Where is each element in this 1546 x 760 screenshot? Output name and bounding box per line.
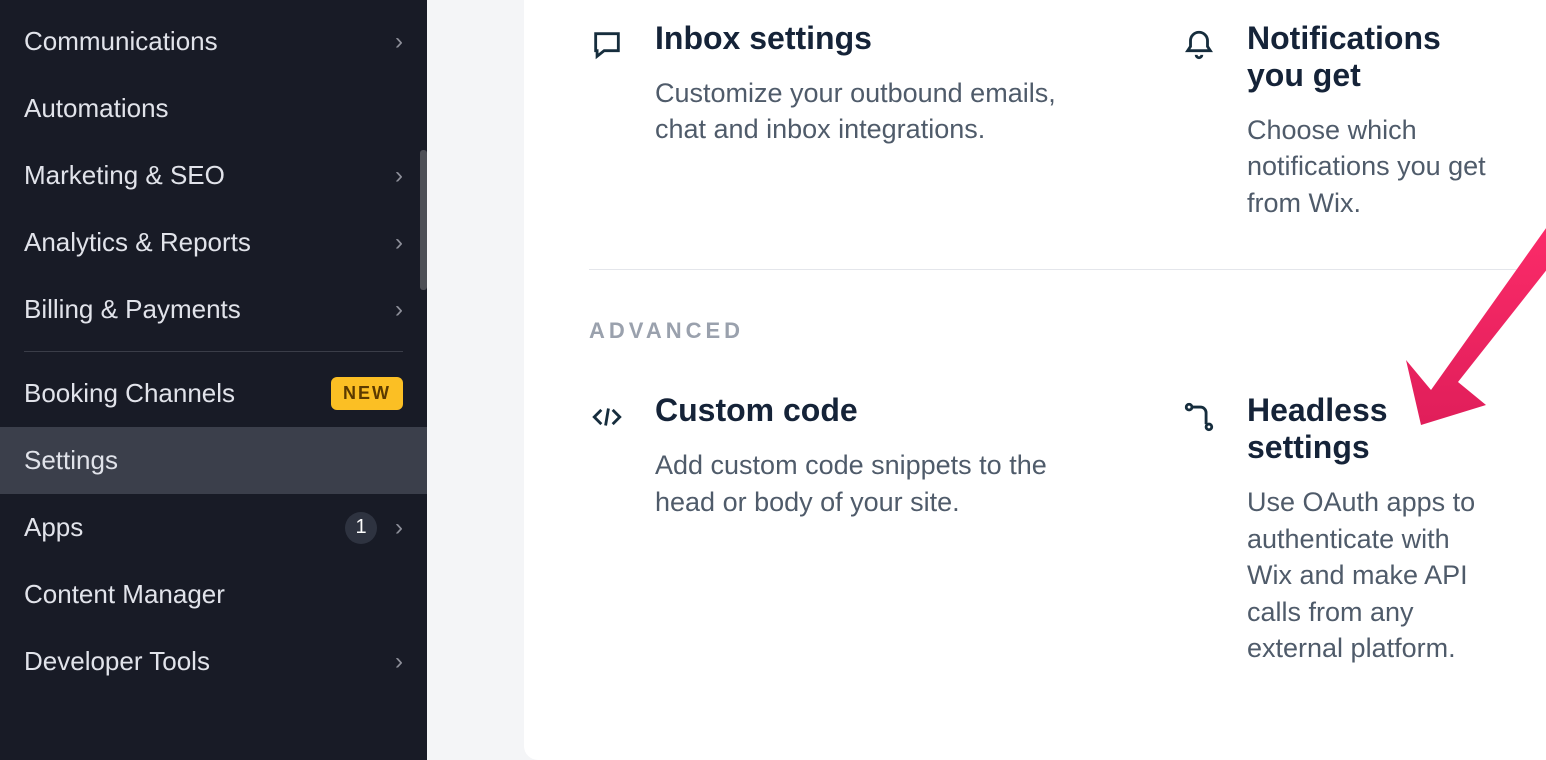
main-area: Inbox settings Customize your outbound e… bbox=[427, 0, 1546, 760]
sidebar-item-label: Booking Channels bbox=[24, 378, 235, 409]
sidebar-item-label: Developer Tools bbox=[24, 646, 210, 677]
sidebar-nav: Communications › Automations Marketing &… bbox=[0, 0, 427, 695]
section-heading-advanced: ADVANCED bbox=[589, 318, 1546, 344]
chevron-right-icon: › bbox=[395, 514, 403, 542]
sidebar-item-analytics-reports[interactable]: Analytics & Reports › bbox=[0, 209, 427, 276]
code-icon bbox=[589, 400, 625, 666]
card-inbox-settings[interactable]: Inbox settings Customize your outbound e… bbox=[524, 20, 1116, 221]
sidebar-item-label: Automations bbox=[24, 93, 169, 124]
card-title: Notifications you get bbox=[1247, 20, 1496, 94]
sidebar-item-label: Apps bbox=[24, 512, 83, 543]
sidebar-item-communications[interactable]: Communications › bbox=[0, 8, 427, 75]
card-title: Headless settings bbox=[1247, 392, 1496, 466]
sidebar-item-developer-tools[interactable]: Developer Tools › bbox=[0, 628, 427, 695]
card-desc: Choose which notifications you get from … bbox=[1247, 112, 1496, 221]
chevron-right-icon: › bbox=[395, 162, 403, 190]
count-badge: 1 bbox=[345, 512, 377, 544]
section-divider bbox=[589, 269, 1546, 270]
chevron-right-icon: › bbox=[395, 229, 403, 257]
sidebar-item-label: Billing & Payments bbox=[24, 294, 241, 325]
bell-icon bbox=[1181, 28, 1217, 221]
card-custom-code[interactable]: Custom code Add custom code snippets to … bbox=[524, 392, 1116, 666]
sidebar-item-content-manager[interactable]: Content Manager bbox=[0, 561, 427, 628]
main-gutter bbox=[427, 0, 524, 760]
chat-icon bbox=[589, 28, 625, 221]
card-desc: Use OAuth apps to authenticate with Wix … bbox=[1247, 484, 1496, 666]
sidebar-item-label: Marketing & SEO bbox=[24, 160, 225, 191]
sidebar-item-booking-channels[interactable]: Booking Channels NEW bbox=[0, 360, 427, 427]
new-badge: NEW bbox=[331, 377, 403, 410]
path-icon bbox=[1181, 400, 1217, 666]
sidebar-item-apps[interactable]: Apps 1 › bbox=[0, 494, 427, 561]
card-desc: Add custom code snippets to the head or … bbox=[655, 447, 1066, 520]
sidebar: Communications › Automations Marketing &… bbox=[0, 0, 427, 760]
chevron-right-icon: › bbox=[395, 28, 403, 56]
sidebar-item-label: Communications bbox=[24, 26, 218, 57]
settings-row: Inbox settings Customize your outbound e… bbox=[524, 20, 1546, 221]
sidebar-item-label: Analytics & Reports bbox=[24, 227, 251, 258]
sidebar-item-billing-payments[interactable]: Billing & Payments › bbox=[0, 276, 427, 343]
sidebar-item-settings[interactable]: Settings bbox=[0, 427, 427, 494]
sidebar-divider bbox=[24, 351, 403, 352]
settings-panel: Inbox settings Customize your outbound e… bbox=[524, 0, 1546, 760]
sidebar-scrollbar-thumb[interactable] bbox=[420, 150, 427, 290]
sidebar-item-label: Content Manager bbox=[24, 579, 225, 610]
card-desc: Customize your outbound emails, chat and… bbox=[655, 75, 1066, 148]
sidebar-item-marketing-seo[interactable]: Marketing & SEO › bbox=[0, 142, 427, 209]
chevron-right-icon: › bbox=[395, 296, 403, 324]
card-title: Custom code bbox=[655, 392, 1066, 429]
sidebar-item-label: Settings bbox=[24, 445, 118, 476]
card-notifications[interactable]: Notifications you get Choose which notif… bbox=[1116, 20, 1546, 221]
card-title: Inbox settings bbox=[655, 20, 1066, 57]
settings-row: Custom code Add custom code snippets to … bbox=[524, 392, 1546, 666]
card-headless-settings[interactable]: Headless settings Use OAuth apps to auth… bbox=[1116, 392, 1546, 666]
chevron-right-icon: › bbox=[395, 648, 403, 676]
sidebar-item-automations[interactable]: Automations bbox=[0, 75, 427, 142]
